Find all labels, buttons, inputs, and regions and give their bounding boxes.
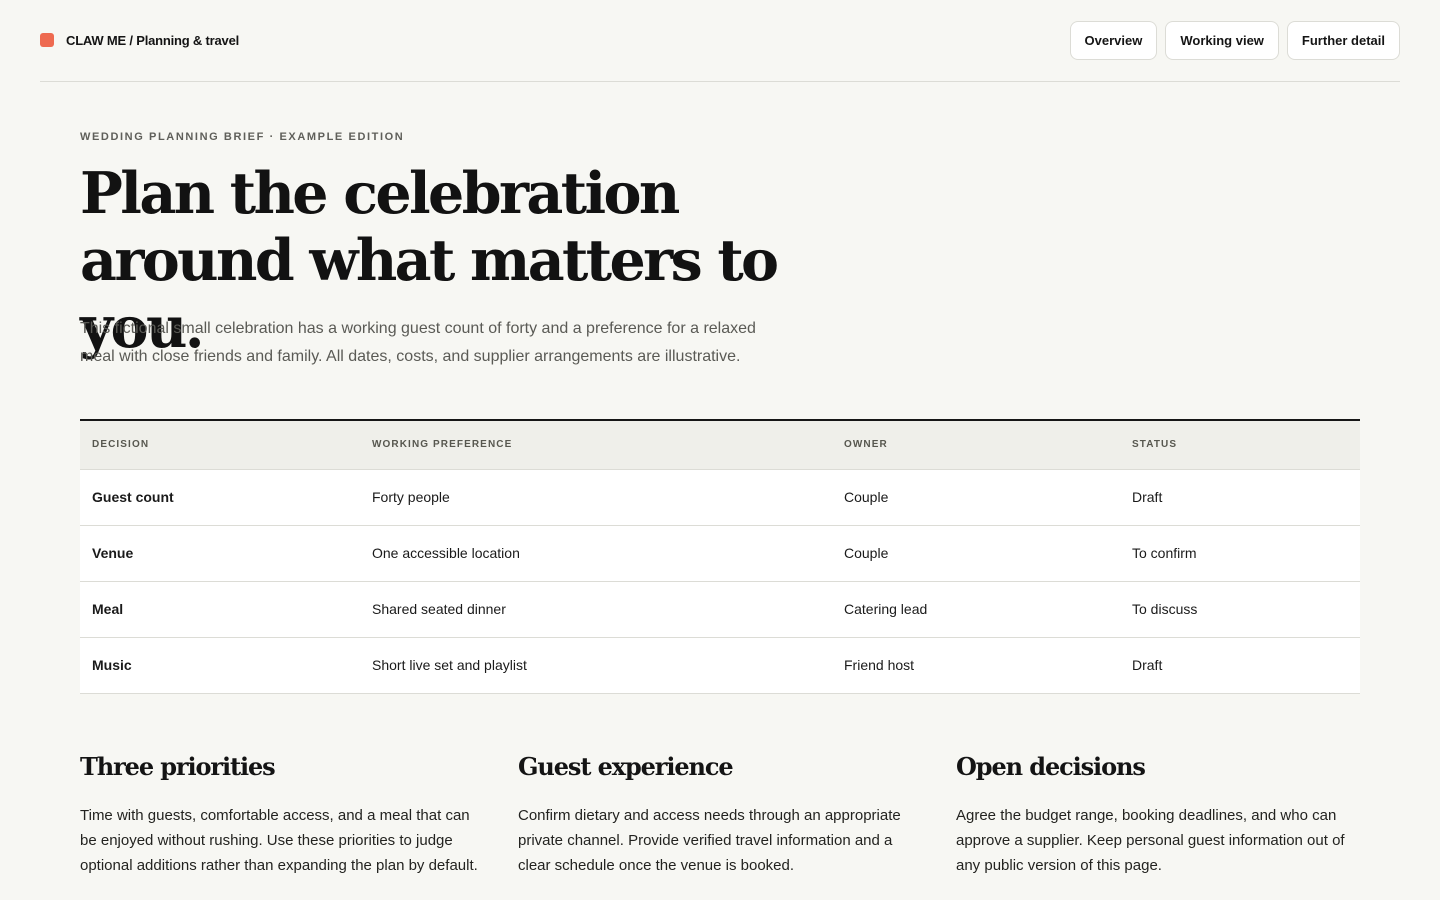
brand-logo-icon	[40, 33, 54, 47]
section-body: Confirm dietary and access needs through…	[518, 807, 901, 874]
further-detail-button[interactable]: Further detail	[1286, 21, 1400, 60]
page-introduction: This fictional small celebration has a w…	[80, 320, 756, 365]
owner-cell: Couple	[832, 525, 1120, 582]
brand-name: CLAW ME / Planning & travel	[66, 32, 240, 48]
table-row: Music Short live set and playlist Friend…	[80, 637, 1360, 694]
status-column-header: STATUS	[1120, 420, 1360, 470]
status-cell: Draft	[1120, 637, 1360, 694]
decision-cell: Guest count	[80, 469, 360, 526]
planning-summary-sections: Three priorities Time with guests, comfo…	[80, 750, 1360, 878]
planning-decisions-table-container: DECISION WORKING PREFERENCE OWNER STATUS…	[80, 419, 1360, 694]
page-eyebrow: WEDDING PLANNING BRIEF · EXAMPLE EDITION	[80, 131, 405, 143]
status-cell: To discuss	[1120, 581, 1360, 638]
working-preference-column-header: WORKING PREFERENCE	[360, 420, 832, 470]
working-preference-cell: Shared seated dinner	[360, 581, 832, 638]
table-row: Meal Shared seated dinner Catering lead …	[80, 581, 1360, 638]
section-heading: Open decisions	[956, 752, 1146, 781]
owner-cell: Friend host	[832, 637, 1120, 694]
working-preference-cell: Short live set and playlist	[360, 637, 832, 694]
section-body: Agree the budget range, booking deadline…	[956, 807, 1345, 874]
decision-cell: Venue	[80, 525, 360, 582]
three-priorities-card: Three priorities Time with guests, comfo…	[80, 750, 480, 878]
section-heading: Guest experience	[518, 752, 734, 781]
open-decisions-card: Open decisions Agree the budget range, b…	[956, 750, 1356, 878]
working-view-button[interactable]: Working view	[1165, 21, 1279, 60]
section-heading: Three priorities	[80, 752, 276, 781]
overview-button[interactable]: Overview	[1069, 21, 1158, 60]
section-body: Time with guests, comfortable access, an…	[80, 807, 478, 874]
working-preference-cell: Forty people	[360, 469, 832, 526]
owner-cell: Catering lead	[832, 581, 1120, 638]
owner-cell: Couple	[832, 469, 1120, 526]
table-row: Venue One accessible location Couple To …	[80, 525, 1360, 582]
guest-experience-card: Guest experience Confirm dietary and acc…	[518, 750, 918, 878]
status-cell: Draft	[1120, 469, 1360, 526]
decision-column-header: DECISION	[80, 420, 360, 470]
owner-column-header: OWNER	[832, 420, 1120, 470]
primary-navigation: Overview Working view Further detail	[1069, 21, 1400, 60]
brand[interactable]: CLAW ME / Planning & travel	[40, 32, 240, 48]
table-row: Guest count Forty people Couple Draft	[80, 469, 1360, 526]
decision-cell: Meal	[80, 581, 360, 638]
table-header-row: DECISION WORKING PREFERENCE OWNER STATUS	[80, 420, 1360, 470]
planning-decisions-table: DECISION WORKING PREFERENCE OWNER STATUS…	[80, 419, 1360, 694]
decision-cell: Music	[80, 637, 360, 694]
working-preference-cell: One accessible location	[360, 525, 832, 582]
status-cell: To confirm	[1120, 525, 1360, 582]
